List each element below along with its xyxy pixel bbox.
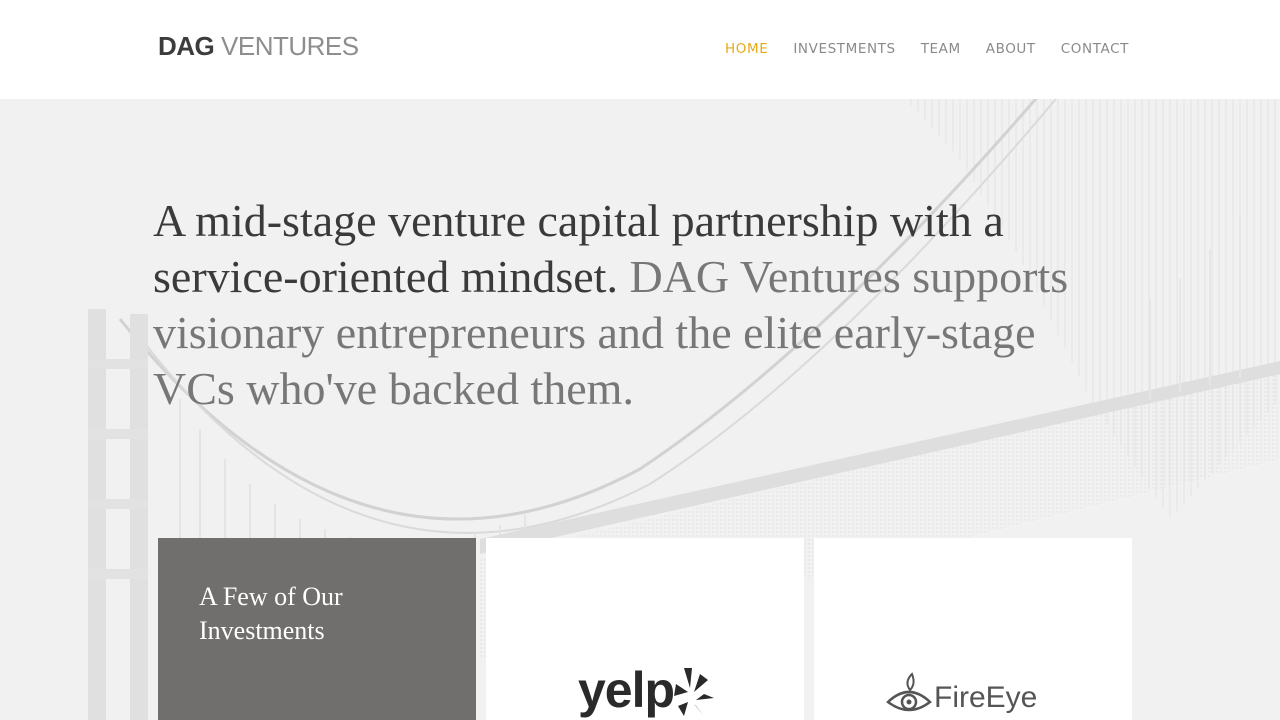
main-nav: HOME INVESTMENTS TEAM ABOUT CONTACT: [725, 40, 1129, 58]
hero-section: A mid-stage venture capital partnership …: [0, 99, 1280, 720]
investment-card-fireeye[interactable]: FireEye: [814, 538, 1132, 720]
investments-title: A Few of Our Investments: [199, 582, 343, 645]
investments-intro-card: A Few of Our Investments: [158, 538, 476, 720]
fireeye-logo: FireEye: [886, 672, 1037, 718]
nav-investments[interactable]: INVESTMENTS: [793, 40, 895, 58]
investment-card-yelp[interactable]: yelp: [486, 538, 804, 720]
nav-about[interactable]: ABOUT: [986, 40, 1036, 58]
logo-light-text: VENTURES: [214, 31, 359, 61]
logo-bold-text: DAG: [158, 31, 215, 61]
nav-contact[interactable]: CONTACT: [1061, 40, 1129, 58]
nav-home[interactable]: HOME: [725, 40, 768, 58]
dag-ventures-logo[interactable]: DAG VENTURES: [158, 30, 359, 62]
yelp-logo: yelp: [578, 662, 675, 718]
fireeye-eye-icon: [886, 672, 932, 712]
yelp-burst-icon: [674, 668, 714, 716]
fireeye-wordmark: FireEye: [934, 681, 1038, 714]
hero-headline: A mid-stage venture capital partnership …: [153, 193, 1113, 417]
site-header: DAG VENTURES HOME INVESTMENTS TEAM ABOUT…: [0, 0, 1280, 99]
nav-team[interactable]: TEAM: [921, 40, 961, 58]
